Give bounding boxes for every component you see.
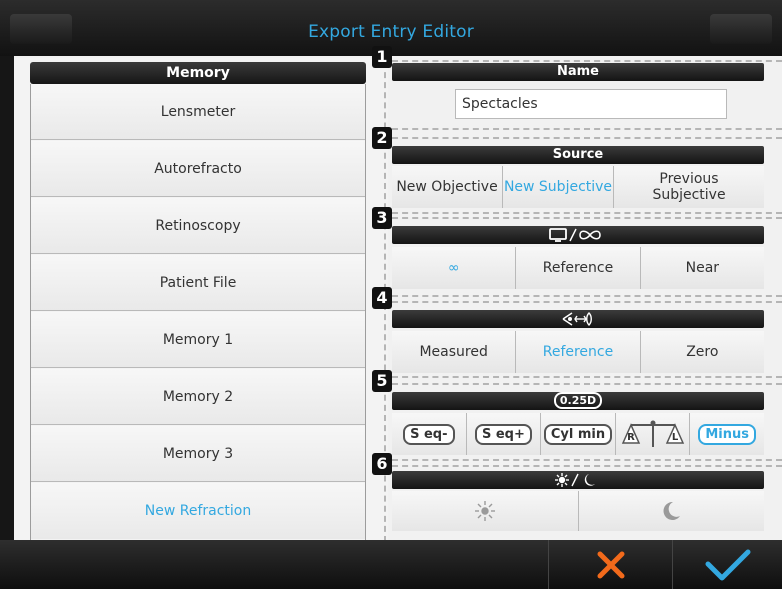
- source-new-subjective-button[interactable]: New Subjective: [503, 166, 614, 208]
- minus-cyl-label: Minus: [698, 423, 756, 445]
- memory-item-lensmeter[interactable]: Lensmeter: [31, 84, 365, 140]
- section-number-2: 2: [372, 127, 392, 149]
- moon-icon: [663, 501, 681, 520]
- editor-window: Export Entry Editor Memory Lensmeter Aut…: [0, 0, 782, 589]
- vertex-section-title: [392, 310, 764, 328]
- memory-item-patient-file[interactable]: Patient File: [31, 255, 365, 311]
- balance-r-l-button[interactable]: R L: [615, 413, 691, 455]
- section-number-3: 3: [372, 207, 392, 229]
- sun-moon-icon: [555, 472, 595, 487]
- lighting-section-title: [392, 471, 764, 489]
- s-eq-minus-button[interactable]: S eq-: [392, 413, 467, 455]
- divider-6a: [392, 459, 782, 461]
- cyl-min-label: Cyl min: [543, 423, 613, 445]
- name-input[interactable]: Spectacles: [455, 89, 727, 119]
- source-section-title: Source: [392, 146, 764, 164]
- divider-5a: [392, 376, 782, 378]
- memory-item-memory-1[interactable]: Memory 1: [31, 312, 365, 368]
- name-section-title: Name: [392, 63, 764, 81]
- section-number-6: 6: [372, 453, 392, 475]
- confirm-button[interactable]: [673, 540, 782, 589]
- divider-4a: [392, 295, 782, 297]
- light-night-button[interactable]: [578, 491, 764, 531]
- divider-3b: [392, 217, 782, 219]
- distance-infinity-button[interactable]: ∞: [392, 247, 517, 289]
- cancel-button[interactable]: [549, 540, 672, 589]
- vertex-measured-button[interactable]: Measured: [392, 331, 517, 373]
- lighting-options: [392, 491, 764, 531]
- light-day-button[interactable]: [392, 491, 579, 531]
- divider-4b: [392, 301, 782, 303]
- sun-icon: [474, 501, 495, 521]
- memory-list: Lensmeter Autorefracto Retinoscopy Patie…: [30, 84, 366, 540]
- distance-reference-button[interactable]: Reference: [516, 247, 641, 289]
- minus-cyl-button[interactable]: Minus: [690, 413, 764, 455]
- vertex-reference-button[interactable]: Reference: [516, 331, 641, 373]
- checkmark-icon: [705, 549, 750, 580]
- s-eq-plus-button[interactable]: S eq+: [466, 413, 542, 455]
- source-previous-subjective-button[interactable]: Previous Subjective: [614, 166, 764, 208]
- s-eq-plus-label: S eq+: [474, 423, 532, 445]
- distance-near-button[interactable]: Near: [640, 247, 764, 289]
- divider-6b: [392, 465, 782, 467]
- divider-3a: [392, 212, 782, 214]
- eye-vertex-icon: [562, 311, 592, 326]
- section-number-1: 1: [372, 46, 392, 68]
- memory-title: Memory: [30, 62, 366, 84]
- divider-5b: [392, 383, 782, 385]
- balance-r-label: R: [627, 432, 635, 443]
- rounding-step-label: 0.25D: [553, 392, 603, 409]
- monitor-infinity-icon: [549, 227, 601, 242]
- source-options: New Objective New Subjective Previous Su…: [392, 166, 764, 208]
- rounding-section-title: 0.25D: [392, 392, 764, 410]
- memory-panel: Memory Lensmeter Autorefracto Retinoscop…: [14, 58, 388, 540]
- memory-item-autorefracto[interactable]: Autorefracto: [31, 141, 365, 197]
- vertex-options: Measured Reference Zero: [392, 331, 764, 373]
- distance-section-title: [392, 226, 764, 244]
- balance-scale-icon: R L: [621, 420, 684, 447]
- close-icon: [597, 551, 624, 578]
- vertex-zero-button[interactable]: Zero: [640, 331, 764, 373]
- cyl-min-button[interactable]: Cyl min: [541, 413, 616, 455]
- memory-item-memory-3[interactable]: Memory 3: [31, 426, 365, 482]
- distance-options: ∞ Reference Near: [392, 247, 764, 289]
- source-new-objective-button[interactable]: New Objective: [392, 166, 503, 208]
- balance-l-label: L: [671, 432, 678, 443]
- window-title: Export Entry Editor: [308, 22, 474, 42]
- memory-item-memory-2[interactable]: Memory 2: [31, 369, 365, 425]
- memory-item-new-refraction[interactable]: New Refraction: [31, 483, 365, 539]
- memory-item-retinoscopy[interactable]: Retinoscopy: [31, 198, 365, 254]
- section-number-5: 5: [372, 370, 392, 392]
- rounding-options: S eq- S eq+ Cyl min R L Minus: [392, 413, 764, 455]
- divider-2b: [392, 137, 782, 139]
- divider-2a: [392, 128, 782, 130]
- s-eq-minus-label: S eq-: [403, 423, 455, 445]
- section-number-4: 4: [372, 287, 392, 309]
- divider-1: [392, 60, 782, 62]
